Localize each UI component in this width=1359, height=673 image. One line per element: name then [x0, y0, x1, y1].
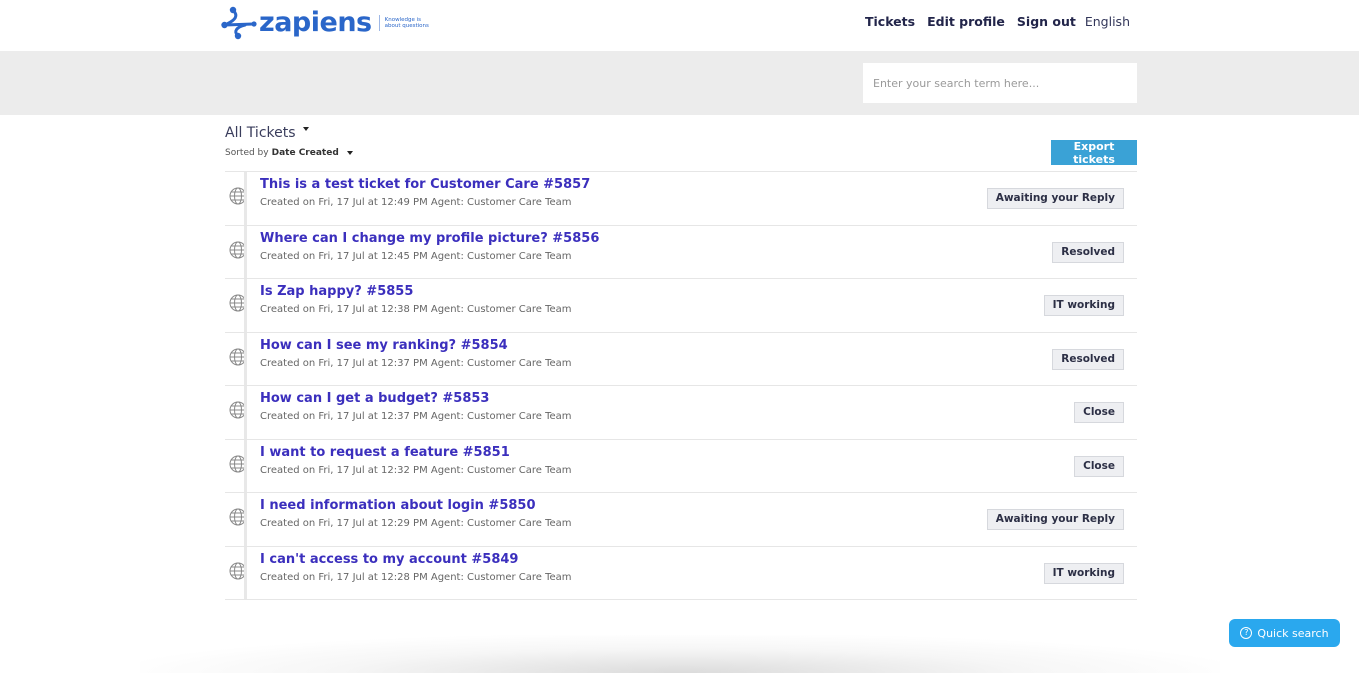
row-divider	[244, 493, 247, 546]
row-divider	[244, 546, 247, 599]
ticket-title-link[interactable]: Is Zap happy? #5855	[260, 284, 413, 299]
ticket-meta: Created on Fri, 17 Jul at 12:29 PM Agent…	[260, 518, 572, 529]
ticket-filter-dropdown[interactable]: All Tickets	[225, 125, 309, 141]
status-badge: Resolved	[1052, 348, 1124, 370]
language-selector[interactable]: English	[1085, 14, 1130, 29]
ticket-title-link[interactable]: I can't access to my account #5849	[260, 552, 518, 567]
row-divider	[244, 439, 247, 492]
status-badge: IT working	[1043, 295, 1124, 316]
row-divider	[244, 172, 247, 225]
ticket-meta: Created on Fri, 17 Jul at 12:37 PM Agent…	[260, 411, 572, 422]
ticket-row[interactable]: How can I get a budget? #5853 Created on…	[225, 386, 1137, 440]
search-band	[0, 51, 1359, 115]
brand-tagline: Knowledge is about questions	[385, 17, 445, 29]
ticket-title-link[interactable]: This is a test ticket for Customer Care …	[260, 177, 590, 192]
export-tickets-button[interactable]: Export tickets	[1051, 140, 1137, 166]
ticket-meta: Created on Fri, 17 Jul at 12:49 PM Agent…	[260, 197, 572, 208]
brand-separator	[378, 15, 380, 31]
ticket-meta: Created on Fri, 17 Jul at 12:37 PM Agent…	[260, 357, 572, 369]
status-badge: Close	[1074, 402, 1124, 423]
ticket-row[interactable]: I want to request a feature #5851 Create…	[225, 439, 1137, 493]
status-badge: Close	[1074, 455, 1124, 477]
ticket-row[interactable]: I can't access to my account #5849 Creat…	[225, 546, 1137, 600]
search-input[interactable]	[863, 63, 1137, 103]
ticket-row[interactable]: This is a test ticket for Customer Care …	[225, 172, 1137, 226]
ticket-meta: Created on Fri, 17 Jul at 12:28 PM Agent…	[260, 571, 572, 583]
ticket-row[interactable]: How can I see my ranking? #5854 Created …	[225, 332, 1137, 386]
ticket-title-link[interactable]: How can I see my ranking? #5854	[260, 338, 508, 353]
brand-tagline-line2: about questions	[384, 23, 429, 29]
status-badge: Awaiting your Reply	[986, 509, 1124, 530]
nav-sign-out-link[interactable]: Sign out	[1017, 14, 1076, 29]
row-divider	[244, 332, 247, 385]
caret-down-icon	[302, 127, 309, 131]
quick-search-button[interactable]: ? Quick search	[1229, 619, 1340, 647]
row-divider	[244, 279, 247, 332]
ticket-title-link[interactable]: How can I get a budget? #5853	[260, 391, 489, 406]
ticket-list: This is a test ticket for Customer Care …	[225, 171, 1137, 600]
sort-dropdown[interactable]: Sorted by Date Created	[225, 148, 353, 158]
status-badge: Awaiting your Reply	[986, 188, 1124, 209]
sort-prefix: Sorted by	[225, 148, 269, 158]
quick-search-label: Quick search	[1257, 626, 1329, 640]
footer-fade	[140, 635, 1220, 673]
ticket-title-link[interactable]: I need information about login #5850	[260, 498, 536, 513]
zapiens-logo[interactable]: zapiens Knowledge is about questions	[221, 6, 445, 40]
top-header: zapiens Knowledge is about questions Tic…	[0, 0, 1359, 50]
ticket-meta: Created on Fri, 17 Jul at 12:32 PM Agent…	[260, 464, 572, 476]
ticket-row[interactable]: Is Zap happy? #5855 Created on Fri, 17 J…	[225, 279, 1137, 333]
zapiens-logo-mark-icon	[221, 6, 257, 40]
ticket-title-link[interactable]: Where can I change my profile picture? #…	[260, 231, 599, 246]
brand-name: zapiens	[259, 7, 372, 38]
row-divider	[244, 386, 247, 439]
status-badge: Resolved	[1052, 241, 1124, 263]
ticket-row[interactable]: Where can I change my profile picture? #…	[225, 225, 1137, 279]
ticket-meta: Created on Fri, 17 Jul at 12:38 PM Agent…	[260, 304, 572, 315]
ticket-row[interactable]: I need information about login #5850 Cre…	[225, 493, 1137, 547]
help-circle-icon: ?	[1240, 627, 1253, 639]
ticket-title-link[interactable]: I want to request a feature #5851	[260, 445, 510, 460]
sort-value: Date Created	[271, 148, 339, 158]
status-badge: IT working	[1043, 562, 1124, 584]
top-nav: Tickets Edit profile Sign out English	[853, 14, 1130, 29]
nav-tickets-link[interactable]: Tickets	[865, 14, 915, 29]
ticket-filter-label: All Tickets	[225, 125, 296, 141]
ticket-meta: Created on Fri, 17 Jul at 12:45 PM Agent…	[260, 250, 572, 262]
caret-down-icon	[346, 151, 353, 155]
nav-edit-profile-link[interactable]: Edit profile	[927, 14, 1005, 29]
row-divider	[244, 225, 247, 278]
